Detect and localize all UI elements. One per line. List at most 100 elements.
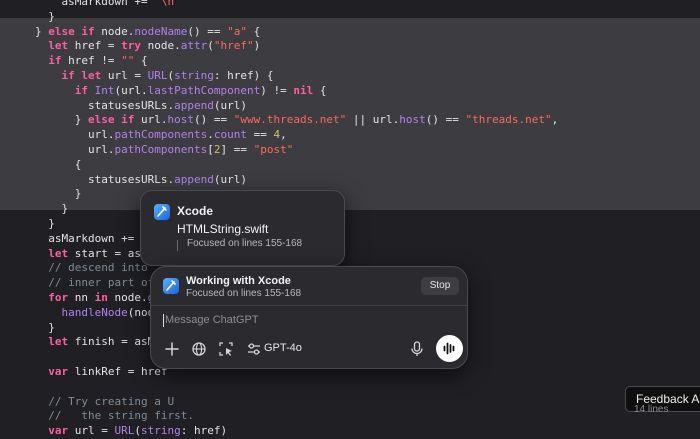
- code-token: () ==: [187, 24, 228, 38]
- code-line[interactable]: }: [35, 9, 55, 25]
- code-line[interactable]: asMarkdown += "[: [35, 231, 154, 247]
- text-cursor: [163, 314, 164, 327]
- code-token: {: [134, 54, 148, 68]
- context-divider: [177, 240, 178, 251]
- code-line[interactable]: // inner part of: [35, 275, 154, 291]
- code-line[interactable]: url.pathComponents[2] == "post": [35, 142, 293, 158]
- code-token: lastPathComponent: [147, 83, 261, 97]
- code-token: handleNode: [61, 305, 128, 319]
- code-line[interactable]: handleNode(node:: [35, 305, 168, 321]
- code-token: {: [246, 24, 261, 38]
- code-line[interactable]: } else if url.host() == "www.threads.net…: [35, 112, 559, 128]
- code-token: url =: [74, 424, 115, 438]
- code-line[interactable]: let finish = asMar: [35, 334, 167, 350]
- code-line[interactable]: if href != "" {: [35, 53, 148, 69]
- code-token: for: [48, 291, 75, 304]
- code-token: nn: [74, 291, 95, 304]
- code-token: ,: [280, 128, 287, 142]
- banner-divider: [151, 305, 467, 306]
- code-token: nil: [293, 83, 314, 97]
- code-token: nodeName: [134, 24, 188, 38]
- sliders-icon[interactable]: [247, 342, 261, 356]
- code-line[interactable]: {: [35, 157, 82, 173]
- code-token: () ==: [193, 113, 234, 127]
- globe-icon[interactable]: [191, 341, 207, 357]
- code-line[interactable]: } else if node.nodeName() == "a" {: [35, 24, 260, 40]
- context-file-name: HTMLString.swift: [177, 222, 269, 236]
- code-token: }: [35, 24, 49, 38]
- code-token: .: [207, 128, 214, 142]
- code-line[interactable]: }: [35, 186, 82, 202]
- message-placeholder: Message ChatGPT: [165, 314, 259, 326]
- code-line[interactable]: // Try creating a U: [35, 394, 174, 410]
- stop-label: Stop: [429, 280, 451, 291]
- code-token: "threads.net": [465, 113, 552, 127]
- code-token: url =: [107, 69, 148, 82]
- code-token: (: [134, 424, 141, 438]
- model-selector[interactable]: GPT-4o: [264, 342, 302, 354]
- code-token: ,: [551, 113, 559, 127]
- code-token: (: [207, 39, 214, 53]
- code-token: }: [35, 320, 55, 334]
- code-line[interactable]: }: [35, 320, 55, 336]
- code-token: append: [174, 98, 214, 112]
- code-token: url.: [140, 113, 168, 127]
- code-line[interactable]: asMarkdown += "\n": [35, 0, 180, 10]
- code-token: url.: [35, 143, 115, 156]
- plus-icon[interactable]: [164, 341, 180, 357]
- code-line[interactable]: let start = asMa: [35, 246, 154, 262]
- code-line[interactable]: }: [35, 201, 68, 217]
- code-line[interactable]: }: [35, 216, 55, 232]
- code-line[interactable]: let href = try node.attr("href"): [35, 38, 260, 54]
- context-popover: Xcode HTMLString.swift Focused on lines …: [140, 190, 345, 266]
- code-line[interactable]: if let url = URL(string: href) {: [35, 68, 274, 84]
- code-token: try: [121, 39, 148, 53]
- code-token: pathComponents: [114, 143, 208, 156]
- code-line[interactable]: statusesURLs.append(url): [35, 98, 247, 114]
- code-token: "href": [213, 39, 254, 53]
- code-line[interactable]: var url = URL(string: href): [35, 423, 227, 439]
- code-line[interactable]: // the string first.: [35, 408, 194, 424]
- code-token: : href) {: [213, 69, 274, 82]
- code-token: attr: [180, 39, 208, 53]
- code-token: // inner part of: [35, 276, 155, 290]
- code-token: in: [94, 291, 115, 304]
- code-line[interactable]: if Int(url.lastPathComponent) != nil {: [35, 83, 327, 99]
- code-token: if: [48, 54, 69, 68]
- code-token: if let: [61, 69, 108, 82]
- code-token: statusesURLs.: [35, 98, 175, 112]
- stop-button[interactable]: Stop: [421, 277, 459, 295]
- message-input[interactable]: Message ChatGPT: [163, 312, 453, 330]
- code-token: }: [35, 217, 55, 230]
- voice-mode-button[interactable]: [436, 335, 463, 362]
- code-token: let: [48, 246, 75, 260]
- select-region-icon[interactable]: [218, 341, 234, 357]
- code-token: let: [48, 335, 75, 349]
- code-token: href !=: [68, 54, 122, 68]
- code-token: : href): [180, 424, 228, 438]
- code-token: }: [35, 113, 88, 127]
- microphone-icon[interactable]: [410, 341, 424, 357]
- context-focus-text: Focused on lines 155-168: [187, 238, 303, 249]
- code-token: "a": [227, 24, 247, 38]
- code-token: () ==: [425, 113, 466, 127]
- code-token: }: [35, 202, 69, 216]
- code-token: // the string first.: [35, 409, 194, 423]
- code-token: node.: [147, 39, 181, 53]
- code-line[interactable]: statusesURLs.append(url): [35, 172, 247, 188]
- code-token: pathComponents: [114, 128, 208, 142]
- code-token: href =: [74, 39, 122, 53]
- code-token: ): [253, 39, 261, 53]
- code-token: }: [35, 187, 82, 201]
- code-token: append: [174, 172, 214, 186]
- code-line[interactable]: url.pathComponents.count == 4,: [35, 127, 287, 143]
- code-token: // descend into: [35, 261, 148, 275]
- code-line[interactable]: // descend into: [35, 260, 148, 276]
- code-token: var: [48, 365, 75, 378]
- code-line[interactable]: var linkRef = href: [35, 364, 167, 380]
- code-token: let: [48, 39, 75, 53]
- code-token: node.: [114, 291, 148, 304]
